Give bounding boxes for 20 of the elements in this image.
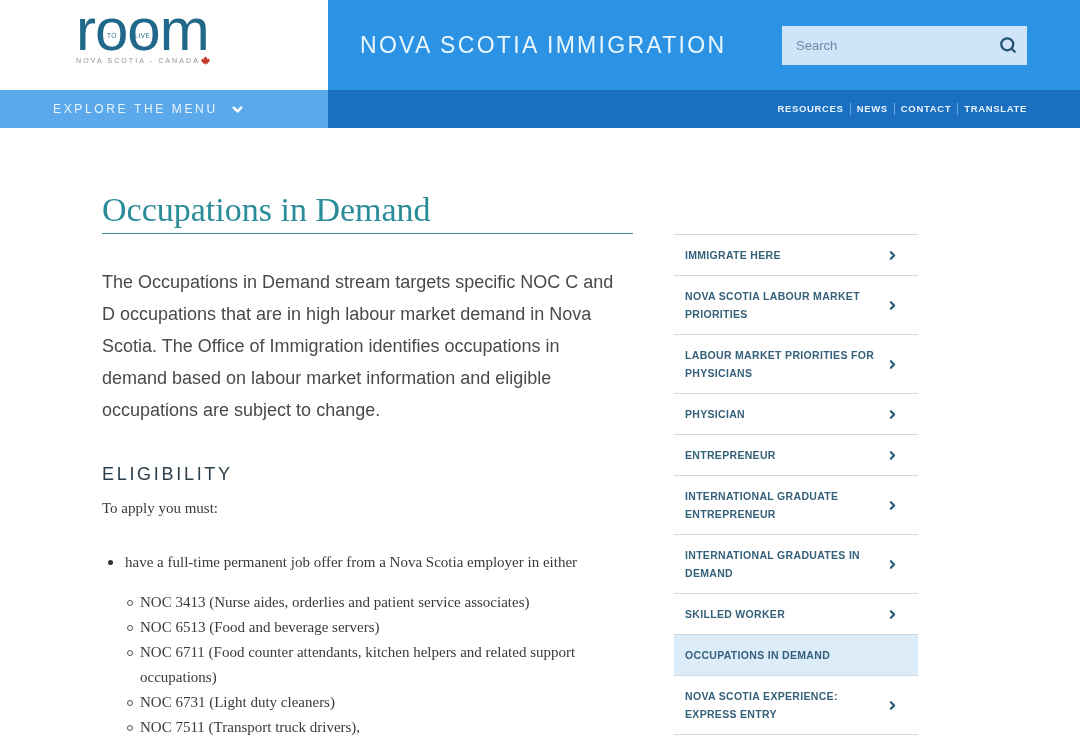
- section-heading: ELIGIBILITY: [102, 463, 234, 486]
- list-item-text: NOC 6513 (Food and beverage servers): [140, 618, 381, 637]
- list-item-text: have a full-time permanent job offer from a Nova Scotia employer in either: [125, 553, 579, 572]
- list-item-text: NOC 6711 (Food counter attendants, kitchen helpers and related support occupations): [140, 643, 577, 687]
- site-title: NOVA SCOTIA IMMIGRATION: [360, 30, 727, 60]
- list-item-text: NOC 3413 (Nurse aides, orderlies and patient service associates): [140, 593, 531, 612]
- nav-link[interactable]: RESOURCES: [777, 103, 850, 115]
- nav-link[interactable]: TRANSLATE: [957, 103, 1027, 115]
- page-title: Occupations in Demand: [102, 190, 633, 234]
- search-icon[interactable]: [999, 35, 1017, 54]
- intro-paragraph: The Occupations in Demand stream targets specific NOC C and D occupations that are in high labour market demand in Nova Scotia. The Office of Immigration identifies occupations in demand based on labour market information and eligible occupations are subject to change.: [102, 271, 615, 422]
- maple-leaf-icon: [200, 56, 210, 65]
- bullet-icon: [108, 560, 113, 565]
- search-field[interactable]: Search: [782, 25, 1027, 65]
- list-item-text: NOC 7511 (Transport truck drivers),: [140, 718, 362, 737]
- nav-link[interactable]: CONTACT: [893, 103, 958, 115]
- nav-link[interactable]: NEWS: [849, 103, 894, 115]
- section-lead: To apply you must:: [102, 499, 220, 518]
- sidebar-link[interactable]: OCCUPATIONS IN DEMAND: [674, 634, 918, 675]
- list-item-text: NOC 6731 (Light duty cleaners): [140, 693, 336, 712]
